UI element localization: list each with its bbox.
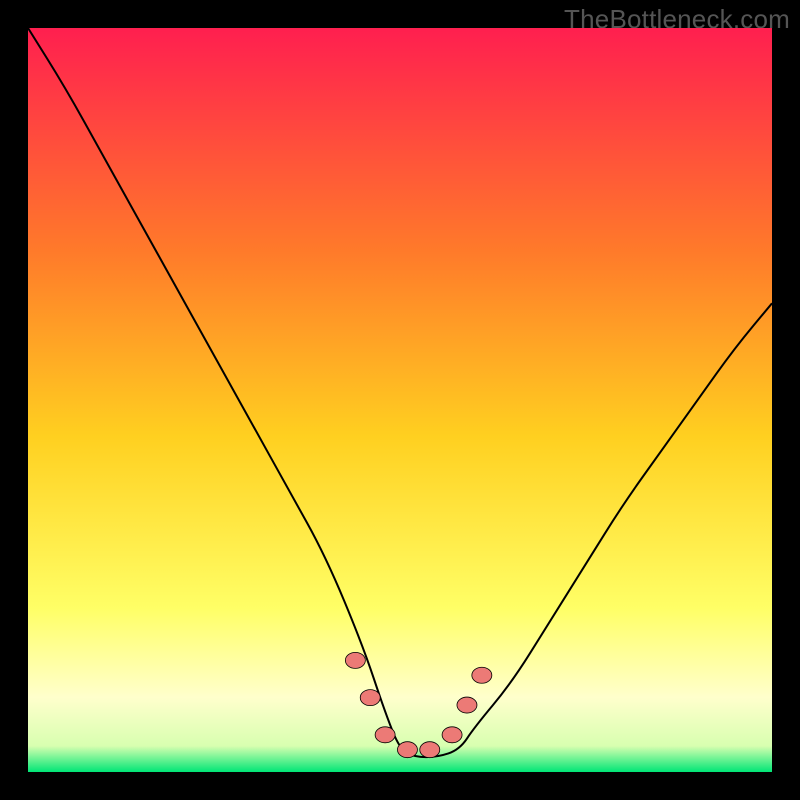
curve-marker xyxy=(420,742,440,758)
plot-area xyxy=(28,28,772,772)
outer-frame: TheBottleneck.com xyxy=(0,0,800,800)
curve-marker xyxy=(375,727,395,743)
curve-marker xyxy=(397,742,417,758)
curve-marker xyxy=(360,690,380,706)
curve-marker xyxy=(345,652,365,668)
gradient-background xyxy=(28,28,772,772)
curve-marker xyxy=(472,667,492,683)
chart-svg xyxy=(28,28,772,772)
curve-marker xyxy=(442,727,462,743)
curve-marker xyxy=(457,697,477,713)
